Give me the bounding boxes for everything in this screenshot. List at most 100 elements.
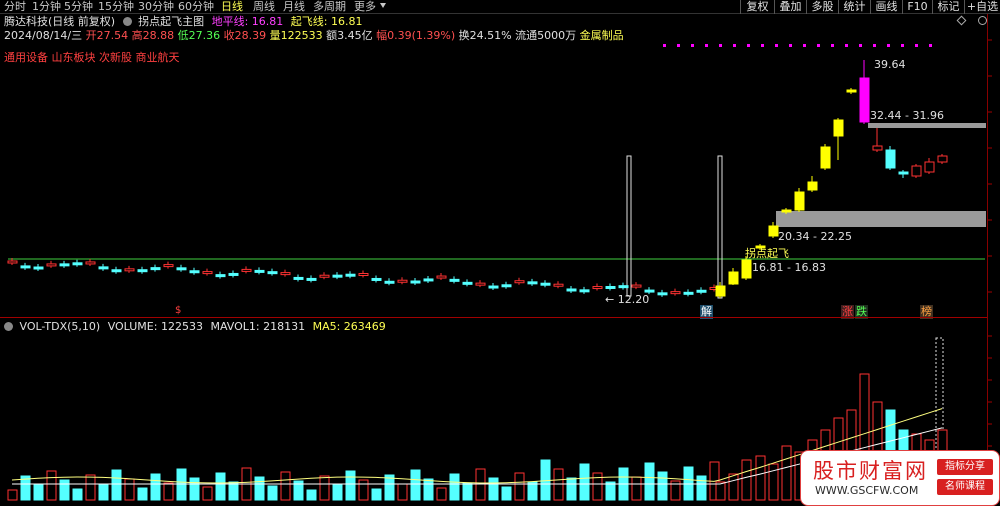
volume-bar <box>163 482 174 501</box>
volume-bar <box>111 469 122 501</box>
candle-body <box>833 119 844 137</box>
candle-body <box>124 268 135 272</box>
concept-tags[interactable]: 通用设备 山东板块 次新股 商业航天 <box>4 51 180 65</box>
volume-bar <box>449 473 460 501</box>
volume-header: VOL-TDX(5,10) VOLUME: 122533 MAVOL1: 218… <box>4 320 386 334</box>
candle-body <box>579 289 590 293</box>
dotted-magenta-mark <box>803 44 806 47</box>
volume-bar <box>46 470 57 501</box>
candle-body <box>768 225 779 237</box>
settings-icon[interactable] <box>978 16 987 25</box>
volume-bar <box>371 488 382 501</box>
volume-bar <box>423 478 434 501</box>
candle-body <box>293 276 304 280</box>
volume-bar <box>98 483 109 501</box>
dotted-magenta-mark <box>859 44 862 47</box>
dotted-magenta-mark <box>817 44 820 47</box>
candle-body <box>475 282 486 286</box>
candle-body <box>202 271 213 275</box>
candle-body <box>807 181 818 191</box>
candle-body <box>670 291 681 295</box>
course-badge: 名师课程 <box>937 479 993 495</box>
volume-bar <box>410 469 421 501</box>
candle-body <box>215 274 226 278</box>
candle-body <box>605 285 616 289</box>
volume-bar <box>215 472 226 501</box>
quote-open: 开27.54 <box>85 29 129 42</box>
ma5-value: MA5: 263469 <box>312 320 386 333</box>
volume-bar <box>514 472 525 501</box>
mavol1-value: MAVOL1: 218131 <box>210 320 306 333</box>
watermark-logo: 股市财富网 WWW.GSCFW.COM 指标分享 名师课程 <box>800 450 1000 506</box>
quote-low: 低27.36 <box>177 29 221 42</box>
volume-bar <box>436 487 447 501</box>
dotted-magenta-mark <box>705 44 708 47</box>
candle-body <box>436 275 447 279</box>
quote-close: 收28.39 <box>223 29 267 42</box>
dotted-magenta-mark <box>761 44 764 47</box>
volume-bar <box>566 477 577 501</box>
indicator-name[interactable]: 拐点起飞主图 <box>138 15 204 28</box>
volume-bar <box>696 475 707 501</box>
stock-title[interactable]: 腾达科技(日线 前复权) <box>4 15 115 28</box>
panel-separator[interactable] <box>0 317 987 318</box>
volume-bar <box>267 485 278 501</box>
takeoff-signal-label: 拐点起飞 <box>745 247 789 260</box>
volume-bar <box>33 484 44 501</box>
dotted-magenta-mark <box>747 44 750 47</box>
dotted-magenta-mark <box>901 44 904 47</box>
candle-body <box>514 280 525 284</box>
candle-body <box>254 269 265 273</box>
volume-bar <box>189 477 200 501</box>
indicator-settings-icon[interactable] <box>122 17 132 26</box>
candle-body <box>371 277 382 281</box>
watermark-title: 股市财富网 <box>813 459 928 483</box>
candle-body <box>241 268 252 272</box>
resistance-zone <box>868 123 986 128</box>
candle-body <box>462 281 473 285</box>
share-badge: 指标分享 <box>937 459 993 475</box>
volume-indicator-name[interactable]: VOL-TDX(5,10) <box>20 320 101 333</box>
candle-body <box>683 291 694 295</box>
volume-bar <box>150 473 161 501</box>
watermark-url: WWW.GSCFW.COM <box>815 484 919 497</box>
candle-body <box>911 165 922 177</box>
ground-zone-label: 16.81 - 16.83 <box>752 261 826 274</box>
volume-bar <box>124 478 135 501</box>
candle-body <box>228 272 239 276</box>
resistance-zone-label: 32.44 - 31.96 <box>870 109 944 122</box>
volume-bar <box>462 482 473 501</box>
volume-bar <box>7 489 18 501</box>
volume-settings-icon[interactable] <box>4 322 13 331</box>
dotted-magenta-mark <box>915 44 918 47</box>
volume-bar <box>72 488 83 501</box>
signal-pillar <box>626 155 632 297</box>
volume-bar <box>332 484 343 501</box>
kline-chart[interactable] <box>0 0 1000 506</box>
dotted-magenta-mark <box>873 44 876 47</box>
quote-date: 2024/08/14/三 <box>4 29 83 42</box>
candle-body <box>189 270 200 274</box>
candle-body <box>358 273 369 277</box>
ground-line-value: 地平线: 16.81 <box>211 15 284 28</box>
candle-body <box>859 77 870 123</box>
volume-bar <box>501 486 512 501</box>
candle-body <box>345 273 356 277</box>
candle-body <box>384 280 395 284</box>
volume-bar <box>85 474 96 501</box>
volume-bar <box>306 489 317 501</box>
volume-bar <box>781 445 792 501</box>
high-price-label: 39.64 <box>874 58 906 71</box>
volume-bar <box>527 481 538 501</box>
candle-body <box>85 261 96 265</box>
support-zone <box>776 211 986 227</box>
quote-line: 2024/08/14/三 开27.54 高28.88 低27.36 收28.39… <box>4 29 624 43</box>
dotted-magenta-mark <box>719 44 722 47</box>
candle-body <box>696 289 707 293</box>
candle-body <box>631 284 642 288</box>
candle-body <box>566 288 577 292</box>
quote-sector[interactable]: 金属制品 <box>580 29 624 42</box>
marker-dollar[interactable]: $ <box>175 304 181 318</box>
candle-body <box>20 265 31 269</box>
candle-body <box>7 260 18 264</box>
